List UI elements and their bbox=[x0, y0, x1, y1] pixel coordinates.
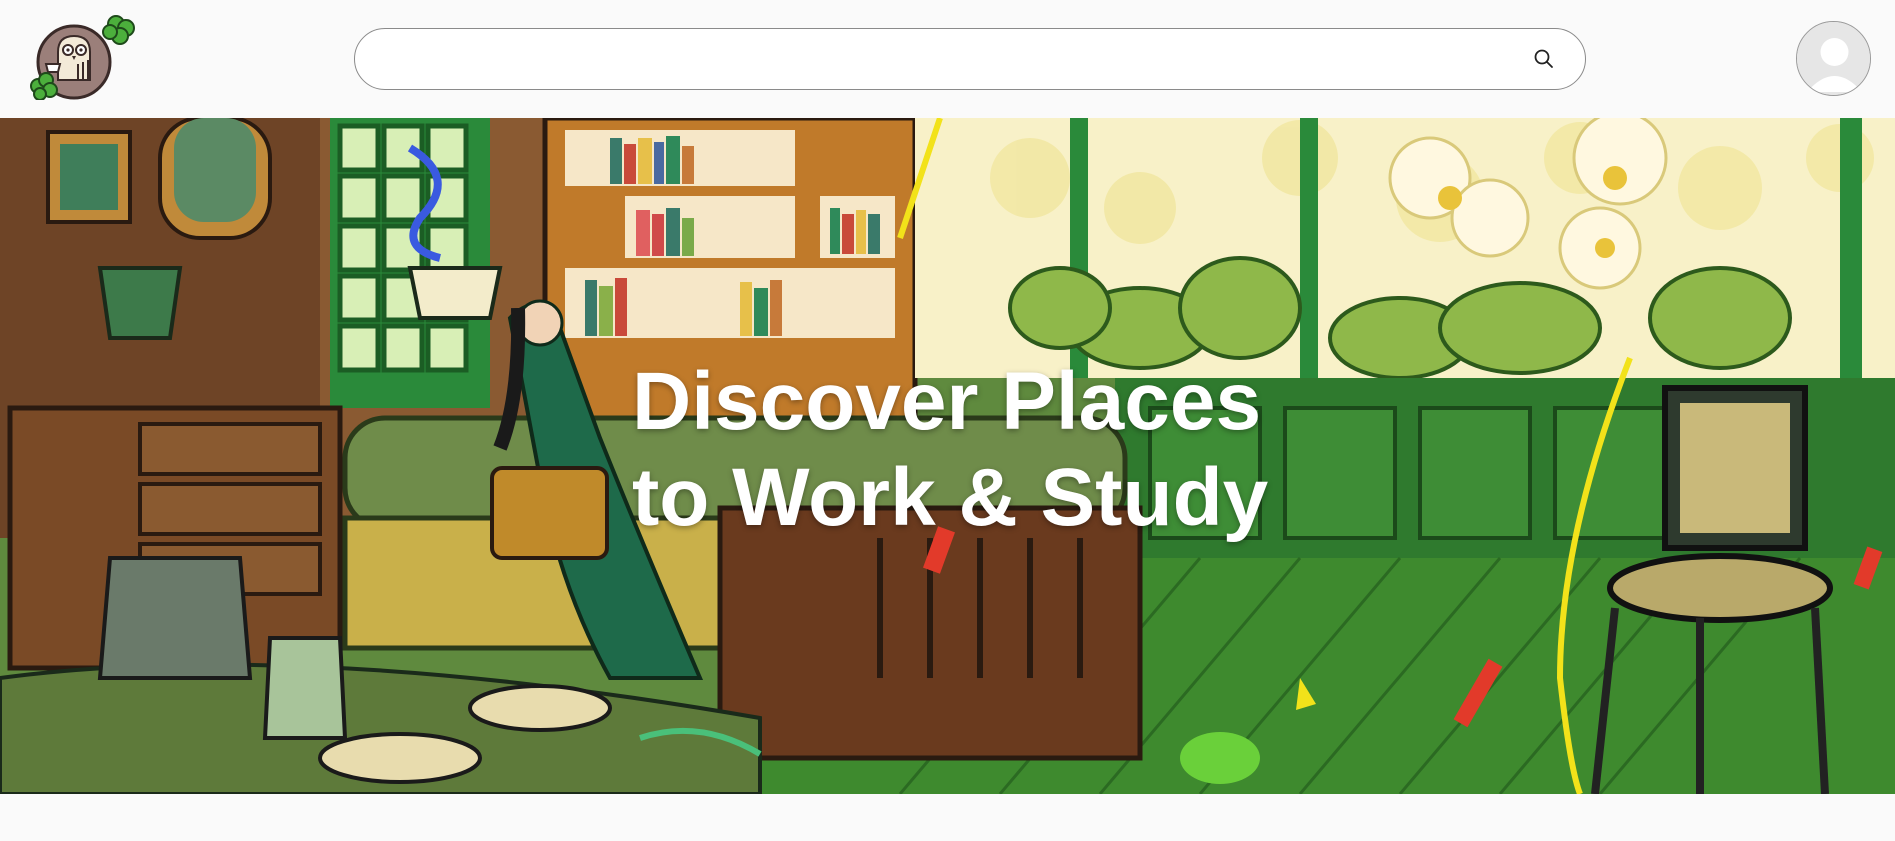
user-avatar[interactable] bbox=[1796, 21, 1871, 96]
search-bar[interactable] bbox=[354, 28, 1586, 90]
user-avatar-icon bbox=[1797, 22, 1870, 95]
search-icon[interactable] bbox=[1533, 48, 1555, 70]
hero-banner: Discover Places to Work & Study bbox=[0, 118, 1895, 794]
page-bottom-strip bbox=[0, 794, 1895, 841]
search-input[interactable] bbox=[379, 29, 1499, 89]
hero-title-line-2: to Work & Study bbox=[632, 452, 1269, 543]
top-header bbox=[0, 0, 1895, 118]
hero-title-line-1: Discover Places bbox=[632, 356, 1262, 447]
hero-title: Discover Places to Work & Study bbox=[632, 354, 1352, 546]
owl-coffee-logo-icon[interactable] bbox=[28, 8, 138, 100]
